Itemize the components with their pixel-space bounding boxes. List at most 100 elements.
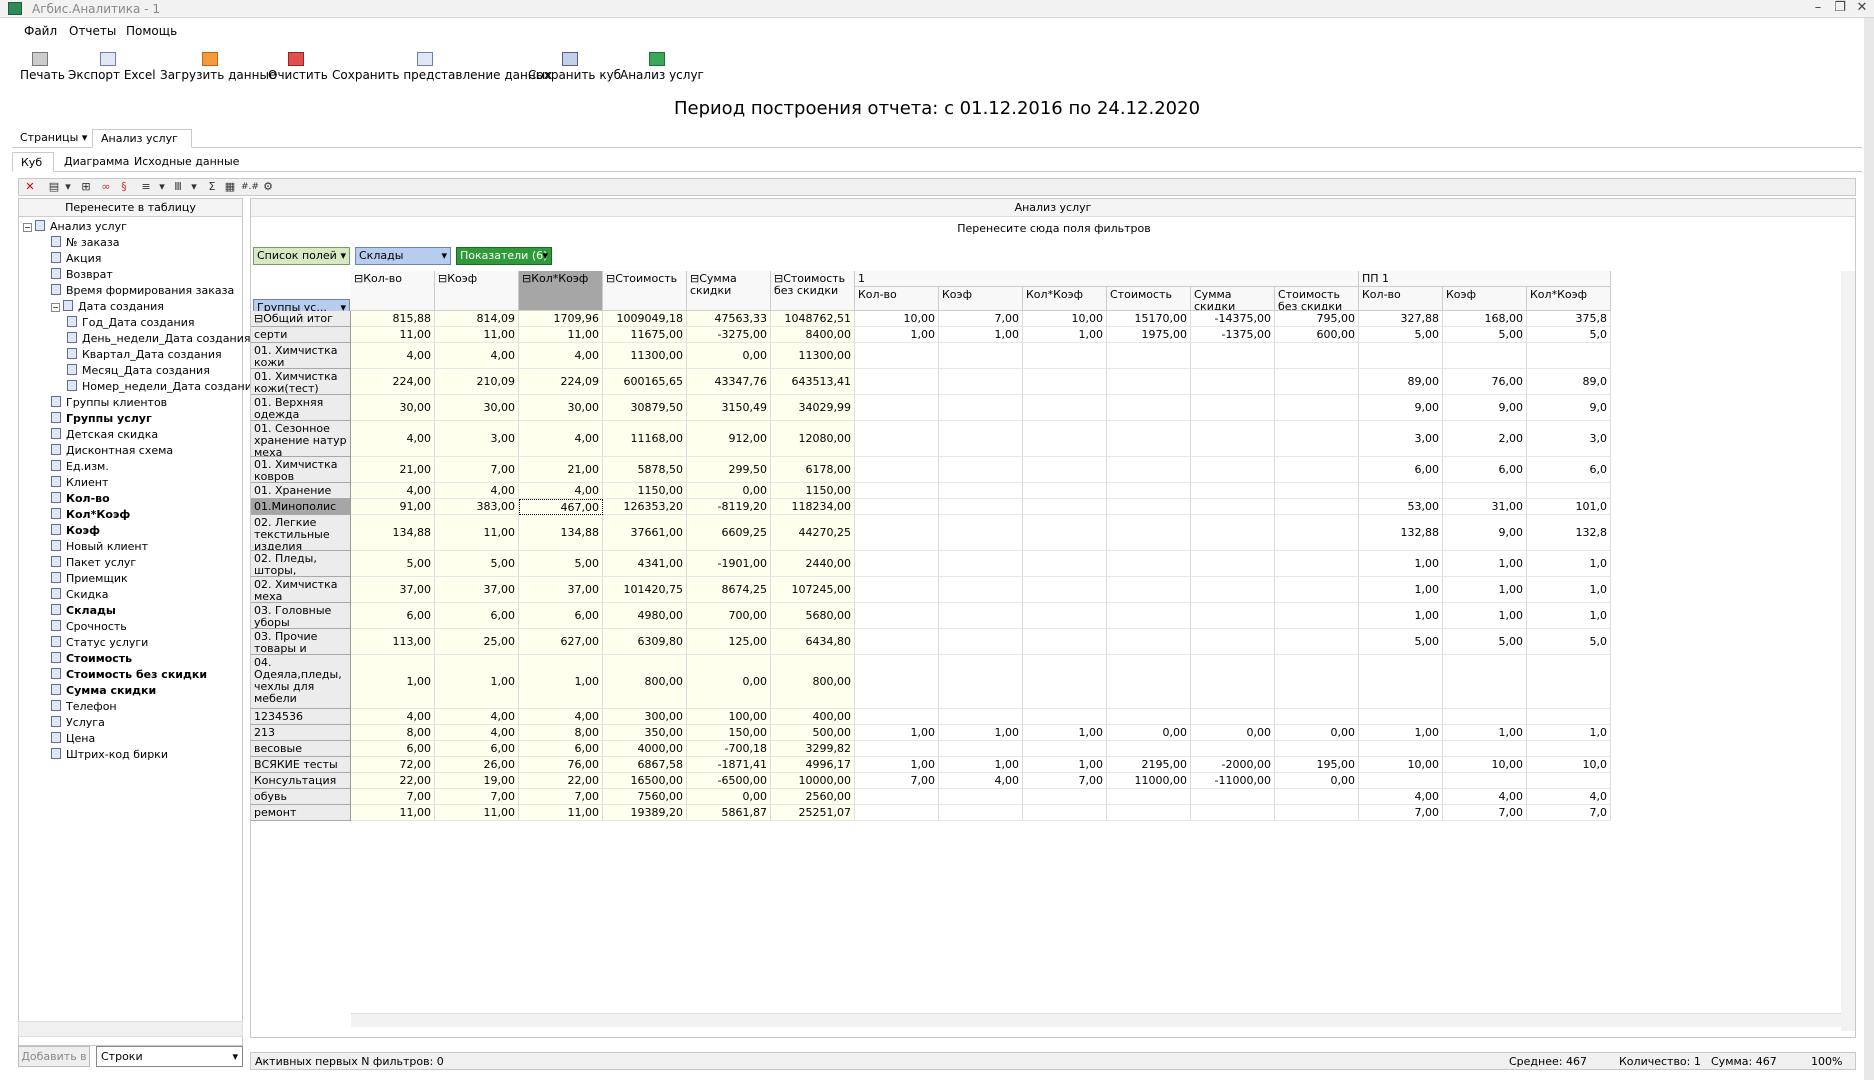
sub-measure-header[interactable]: Сумма скидки (1191, 287, 1275, 311)
data-cell[interactable]: 7,00 (1359, 805, 1443, 821)
data-cell[interactable]: 0,00 (687, 483, 771, 499)
data-cell[interactable]: 4,0 (1527, 789, 1611, 805)
sub-measure-header[interactable]: Кол-во (1359, 287, 1443, 311)
data-cell[interactable] (1023, 655, 1107, 709)
data-cell[interactable]: 912,00 (687, 421, 771, 457)
tree-item[interactable]: Услуга (51, 715, 105, 731)
data-cell[interactable]: 7560,00 (603, 789, 687, 805)
tree-item[interactable]: Скидка (51, 587, 108, 603)
data-cell[interactable]: 350,00 (603, 725, 687, 741)
data-cell[interactable] (939, 483, 1023, 499)
data-cell[interactable]: 25251,07 (771, 805, 855, 821)
data-cell[interactable] (939, 603, 1023, 629)
data-cell[interactable]: 107245,00 (771, 577, 855, 603)
data-cell[interactable]: 500,00 (771, 725, 855, 741)
data-cell[interactable]: 627,00 (519, 629, 603, 655)
tree-item[interactable]: Штрих-код бирки (51, 747, 168, 763)
row-header[interactable]: 01.Минополис (251, 499, 351, 515)
sub-measure-header[interactable]: Кол*Коэф (1023, 287, 1107, 311)
data-cell[interactable]: 125,00 (687, 629, 771, 655)
data-cell[interactable] (1275, 515, 1359, 551)
data-cell[interactable]: -2000,00 (1191, 757, 1275, 773)
row-header[interactable]: 01. Хранение (251, 483, 351, 499)
data-cell[interactable]: 4,00 (519, 483, 603, 499)
data-cell[interactable] (1527, 343, 1611, 369)
data-cell[interactable] (1107, 709, 1191, 725)
collapse-icon[interactable]: ⊟ (606, 272, 615, 285)
data-cell[interactable]: 1,00 (1359, 725, 1443, 741)
data-cell[interactable] (1275, 789, 1359, 805)
tree-item[interactable]: Дисконтная схема (51, 443, 173, 459)
data-cell[interactable] (1023, 577, 1107, 603)
data-cell[interactable]: 1,00 (1359, 551, 1443, 577)
chevron-down-icon[interactable]: ▾ (155, 181, 169, 194)
data-cell[interactable]: 4,00 (435, 343, 519, 369)
tree-root[interactable]: − Анализ услуг (23, 219, 127, 235)
tree-item[interactable]: Детская скидка (51, 427, 158, 443)
data-cell[interactable]: 21,00 (351, 457, 435, 483)
data-cell[interactable] (1107, 577, 1191, 603)
data-cell[interactable]: 5,00 (519, 551, 603, 577)
vertical-scrollbar[interactable] (1841, 271, 1855, 1031)
data-cell[interactable] (939, 577, 1023, 603)
data-cell[interactable]: 6,00 (351, 741, 435, 757)
service-analysis-button[interactable]: Анализ услуг (620, 48, 704, 86)
data-cell[interactable] (1527, 483, 1611, 499)
tree-item[interactable]: Новый клиент (51, 539, 148, 555)
data-cell[interactable]: 5,00 (1443, 629, 1527, 655)
data-cell[interactable]: 100,00 (687, 709, 771, 725)
data-cell[interactable]: 7,00 (351, 789, 435, 805)
data-cell[interactable]: 8674,25 (687, 577, 771, 603)
data-cell[interactable]: 1,00 (939, 757, 1023, 773)
data-cell[interactable]: 37,00 (435, 577, 519, 603)
data-cell[interactable] (1107, 421, 1191, 457)
row-header[interactable]: 1234536 (251, 709, 351, 725)
data-cell[interactable]: 11,00 (435, 327, 519, 343)
data-cell[interactable] (855, 483, 939, 499)
data-cell[interactable] (1023, 741, 1107, 757)
data-cell[interactable]: 1,00 (1359, 577, 1443, 603)
data-cell[interactable] (939, 709, 1023, 725)
data-cell[interactable]: 1,00 (1443, 577, 1527, 603)
data-cell[interactable]: 814,09 (435, 311, 519, 327)
data-cell[interactable] (939, 421, 1023, 457)
sub-measure-header[interactable]: Стоимость (1107, 287, 1191, 311)
data-cell[interactable]: 132,8 (1527, 515, 1611, 551)
data-cell[interactable]: 4,00 (351, 421, 435, 457)
data-cell[interactable]: 1150,00 (771, 483, 855, 499)
filter-drop-area[interactable]: Перенесите сюда поля фильтров (251, 219, 1855, 241)
data-cell[interactable]: 4,00 (435, 709, 519, 725)
measure-header[interactable]: ⊟Стоимость (603, 271, 687, 311)
data-cell[interactable]: 11300,00 (603, 343, 687, 369)
data-cell[interactable]: -6500,00 (687, 773, 771, 789)
tree-item[interactable]: Группы услуг (51, 411, 152, 427)
row-header[interactable]: 02. Химчистка меха (251, 577, 351, 603)
data-cell[interactable]: -1901,00 (687, 551, 771, 577)
data-cell[interactable] (1191, 551, 1275, 577)
data-cell[interactable]: 1,00 (855, 725, 939, 741)
row-header[interactable]: серти (251, 327, 351, 343)
data-cell[interactable]: 1,0 (1527, 603, 1611, 629)
layout-icon[interactable]: ▤ (47, 181, 61, 194)
data-cell[interactable] (939, 457, 1023, 483)
data-cell[interactable] (1191, 805, 1275, 821)
data-cell[interactable] (1023, 369, 1107, 395)
sub-measure-header[interactable]: Стоимость без скидки (1275, 287, 1359, 311)
export-excel-button[interactable]: Экспорт Excel (68, 48, 156, 86)
data-cell[interactable]: 1048762,51 (771, 311, 855, 327)
load-data-button[interactable]: Загрузить данные (160, 48, 276, 86)
data-cell[interactable]: 30879,50 (603, 395, 687, 421)
data-cell[interactable] (1107, 369, 1191, 395)
data-cell[interactable] (855, 421, 939, 457)
settings-icon[interactable]: ⚙ (261, 181, 275, 194)
data-cell[interactable]: 26,00 (435, 757, 519, 773)
data-cell[interactable]: 0,00 (1107, 725, 1191, 741)
data-cell[interactable] (1191, 577, 1275, 603)
data-cell[interactable] (939, 369, 1023, 395)
collapse-icon[interactable]: − (51, 303, 60, 312)
data-cell[interactable]: 600,00 (1275, 327, 1359, 343)
data-cell[interactable] (1107, 395, 1191, 421)
data-cell[interactable]: 1,00 (1443, 725, 1527, 741)
data-cell[interactable]: 1,00 (855, 327, 939, 343)
tree-item[interactable]: Статус услуги (51, 635, 148, 651)
